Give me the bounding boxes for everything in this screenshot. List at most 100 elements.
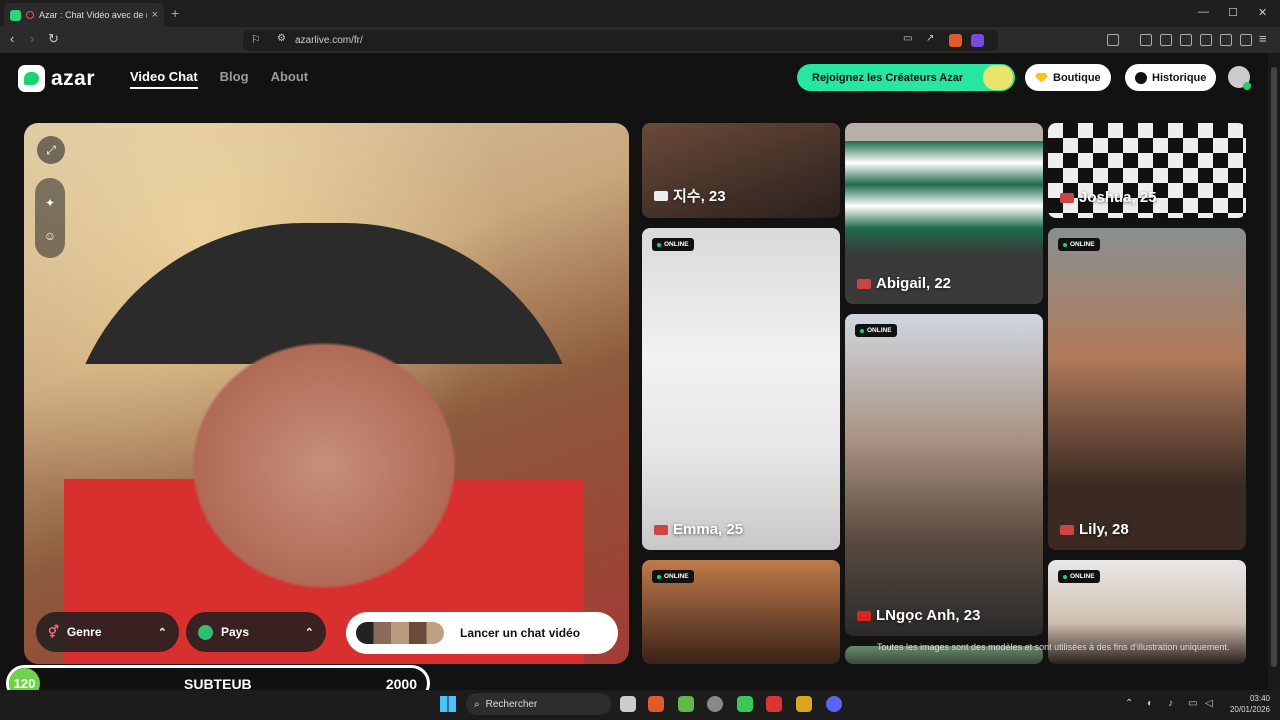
genre-selector[interactable]: ⚥ Genre ⌃: [36, 612, 179, 652]
online-badge: ONLINE: [1058, 570, 1100, 583]
azar-page: azar Video Chat Blog About Rejoignez les…: [0, 53, 1268, 690]
main-nav: Video Chat Blog About: [130, 69, 308, 89]
card-name: Abigail, 22: [857, 275, 951, 292]
azar-logo[interactable]: azar: [18, 65, 95, 92]
browser-tab[interactable]: Azar : Chat Vidéo avec de no ×: [4, 3, 164, 27]
app-icon[interactable]: [678, 696, 694, 712]
online-dot-icon: [1063, 242, 1067, 247]
fullscreen-icon[interactable]: ⤢: [37, 136, 65, 164]
brave-rewards-icon[interactable]: [971, 34, 984, 47]
disclaimer-text: Toutes les images sont des modèles et so…: [877, 642, 1230, 652]
download-icon[interactable]: [1140, 34, 1152, 46]
app-icon[interactable]: [796, 696, 812, 712]
boutique-label: Boutique: [1053, 71, 1101, 84]
sidebar-panel-icon[interactable]: [1107, 34, 1119, 46]
online-badge: ONLINE: [1058, 238, 1100, 251]
cast-icon[interactable]: ▭: [903, 33, 912, 44]
network-icon[interactable]: ▭: [1188, 698, 1197, 709]
taskbar-search[interactable]: ⌕ Rechercher: [466, 693, 611, 715]
flag-us-icon: [1060, 524, 1074, 535]
browser-tabstrip: Azar : Chat Vidéo avec de no × + — ☐ ✕: [0, 0, 1280, 27]
online-status-dot: [1243, 82, 1251, 90]
webcam-person: [64, 223, 584, 664]
app-icon[interactable]: [737, 696, 753, 712]
profile-card[interactable]: ONLINE Lily, 28: [1048, 228, 1246, 550]
tab-close-button[interactable]: ×: [152, 9, 158, 21]
flag-kr-icon: [654, 190, 668, 201]
brave-shield-icon[interactable]: [949, 34, 962, 47]
media-icon[interactable]: [1160, 34, 1172, 46]
maximize-button[interactable]: ☐: [1228, 6, 1238, 19]
search-placeholder: Rechercher: [485, 698, 538, 710]
card-name: Lily, 28: [1060, 521, 1129, 538]
profile-card[interactable]: ONLINE LNgọc Anh, 23: [845, 314, 1043, 636]
profile-card[interactable]: Joshua, 25: [1048, 123, 1246, 218]
page-scrollbar[interactable]: [1268, 53, 1280, 690]
vpn-icon[interactable]: [1240, 34, 1252, 46]
profile-card[interactable]: ONLINE Emma, 25: [642, 228, 840, 550]
card-name: Joshua, 25: [1060, 189, 1157, 206]
chevron-up-icon: ⌃: [304, 626, 314, 639]
azar-logo-icon: [18, 65, 45, 92]
back-icon[interactable]: ‹: [10, 31, 14, 46]
discord-icon[interactable]: [826, 696, 842, 712]
flag-us-icon: [654, 524, 668, 535]
profile-card[interactable]: ONLINE: [642, 560, 840, 664]
online-dot-icon: [657, 242, 661, 247]
taskbar-clock[interactable]: 03:40 20/01/2026: [1230, 693, 1270, 715]
magic-wand-icon[interactable]: ✦: [36, 189, 64, 217]
wallet-icon[interactable]: [1200, 34, 1212, 46]
search-icon: ⌕: [474, 698, 480, 710]
volume-icon[interactable]: ◁: [1205, 698, 1213, 709]
obs-icon[interactable]: [707, 696, 723, 712]
tray-chevron-icon[interactable]: ⌃: [1125, 698, 1133, 709]
nav-blog[interactable]: Blog: [220, 69, 249, 89]
pays-selector[interactable]: Pays ⌃: [186, 612, 326, 652]
launch-video-chat-button[interactable]: Lancer un chat vidéo: [346, 612, 618, 654]
minimize-button[interactable]: —: [1198, 6, 1209, 18]
historique-button[interactable]: Historique: [1125, 64, 1217, 91]
clock-time: 03:40: [1249, 694, 1270, 703]
scrollbar-thumb[interactable]: [1271, 67, 1277, 667]
recording-icon: [26, 11, 34, 19]
task-view-icon[interactable]: [620, 696, 636, 712]
brave-browser-icon[interactable]: [648, 696, 664, 712]
online-dot-icon: [1063, 574, 1067, 579]
leo-icon[interactable]: [1220, 34, 1232, 46]
online-badge: ONLINE: [855, 324, 897, 337]
close-window-button[interactable]: ✕: [1258, 6, 1267, 19]
profile-card[interactable]: Abigail, 22: [845, 123, 1043, 304]
logo-text: azar: [51, 66, 96, 90]
online-badge: ONLINE: [652, 570, 694, 583]
windows-start-icon[interactable]: [440, 696, 456, 712]
site-info-icon[interactable]: ⚙: [277, 33, 286, 44]
join-creators-button[interactable]: Rejoignez les Créateurs Azar: [797, 64, 1015, 91]
azar-favicon-icon: [10, 9, 21, 21]
sidebar-icon[interactable]: [1180, 34, 1192, 46]
card-name: 지수, 23: [654, 185, 726, 206]
menu-icon[interactable]: ≡: [1259, 31, 1267, 46]
youtube-icon[interactable]: [766, 696, 782, 712]
online-dot-icon: [860, 328, 864, 333]
pays-label: Pays: [221, 625, 250, 639]
creators-label: Rejoignez les Créateurs Azar: [812, 71, 964, 84]
forward-icon[interactable]: ›: [30, 31, 34, 46]
user-avatars-icon: [356, 622, 444, 644]
tray-app-icon[interactable]: ◐: [1147, 698, 1153, 709]
bookmark-icon[interactable]: ⚐: [251, 33, 261, 46]
gender-icon: ⚥: [48, 625, 59, 639]
boutique-button[interactable]: Boutique: [1025, 64, 1111, 91]
card-name: LNgọc Anh, 23: [857, 607, 980, 624]
address-bar[interactable]: ⚐ ⚙ azarlive.com/fr/ ▭ ↗: [243, 30, 998, 51]
nav-video-chat[interactable]: Video Chat: [130, 69, 198, 89]
share-icon[interactable]: ↗: [926, 33, 934, 44]
profile-card[interactable]: 지수, 23: [642, 123, 840, 218]
online-dot-icon: [657, 574, 661, 579]
new-tab-button[interactable]: +: [171, 5, 179, 21]
reload-icon[interactable]: ↻: [48, 31, 59, 47]
face-filter-icon[interactable]: ☺: [36, 222, 64, 250]
windows-taskbar: ⌕ Rechercher ⌃ ◐ ♪ ▭ ◁ 03:40 20/01/2026: [0, 690, 1280, 720]
microphone-icon[interactable]: ♪: [1168, 698, 1173, 709]
nav-about[interactable]: About: [271, 69, 309, 89]
chevron-up-icon: ⌃: [157, 626, 167, 639]
